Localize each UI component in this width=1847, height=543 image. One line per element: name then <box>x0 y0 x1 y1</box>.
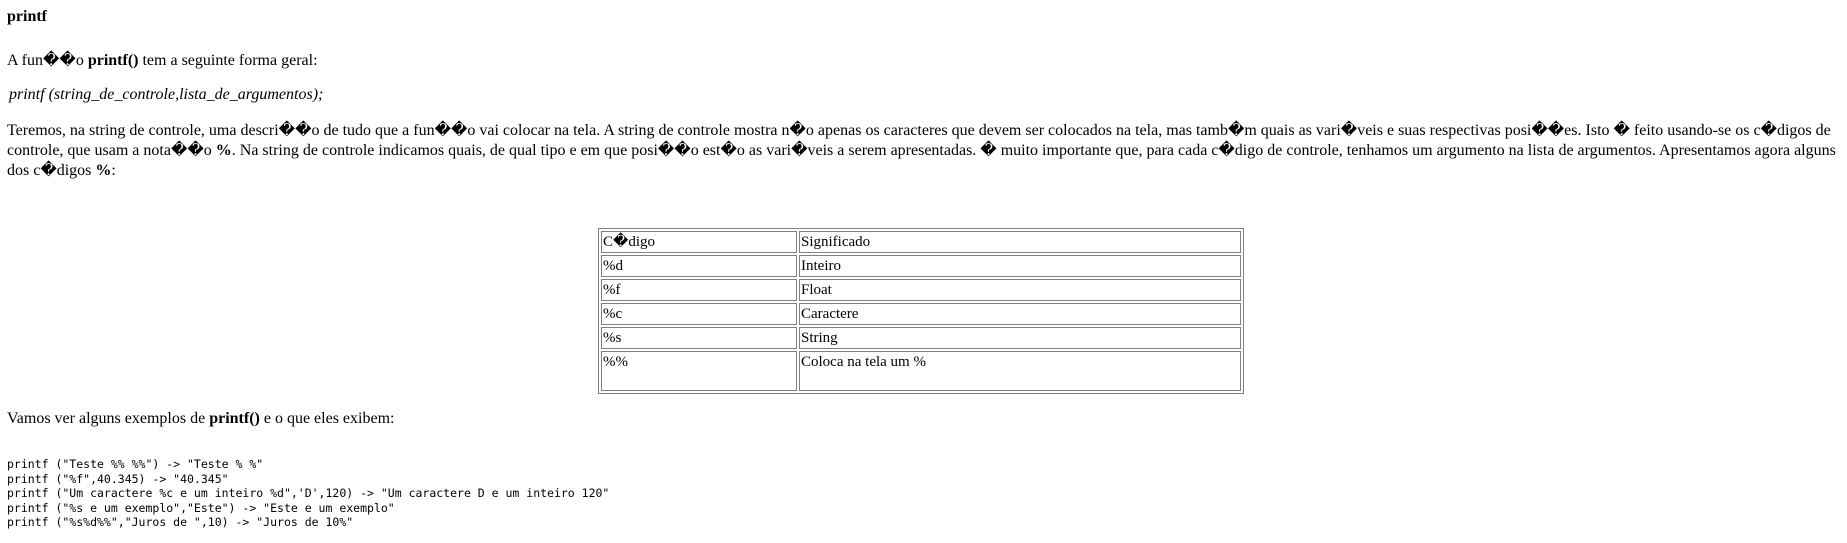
examples-text-before: Vamos ver alguns exemplos de <box>7 410 210 427</box>
examples-text-after: e o que eles exibem: <box>259 410 395 427</box>
table-cell-code: %% <box>601 351 797 391</box>
description-percent-2: % <box>95 162 112 179</box>
description-text-3: : <box>111 162 116 179</box>
format-codes-table: C�digo Significado %d Inteiro %f Float %… <box>598 228 1244 394</box>
code-line: printf ("Um caractere %c e um inteiro %d… <box>7 486 610 500</box>
table-row: %f Float <box>601 279 1241 301</box>
examples-function-name: printf() <box>209 410 260 427</box>
table-cell-code: %s <box>601 327 797 349</box>
intro-paragraph: A fun��o printf() tem a seguinte forma g… <box>7 51 1841 70</box>
table-row: %% Coloca na tela um % <box>601 351 1241 391</box>
table-cell-code: %f <box>601 279 797 301</box>
table-header-meaning: Significado <box>799 231 1241 253</box>
description-text-2: . Na string de controle indicamos quais,… <box>7 142 1836 179</box>
table-row: %c Caractere <box>601 303 1241 325</box>
table-cell-meaning: Coloca na tela um % <box>799 351 1241 391</box>
table-cell-meaning: Inteiro <box>799 255 1241 277</box>
description-percent-1: % <box>215 142 232 159</box>
intro-text-after: tem a seguinte forma geral: <box>138 52 318 69</box>
table-cell-meaning: Float <box>799 279 1241 301</box>
table-cell-code: %c <box>601 303 797 325</box>
table-row: %d Inteiro <box>601 255 1241 277</box>
table-row: %s String <box>601 327 1241 349</box>
document-page: printf A fun��o printf() tem a seguinte … <box>7 0 1841 530</box>
code-line: printf ("%s e um exemplo","Este") -> "Es… <box>7 500 395 515</box>
page-title: printf <box>7 8 47 25</box>
table-header-code: C�digo <box>601 231 797 253</box>
code-line: printf ("%s%d%%","Juros de ",10) -> "Jur… <box>7 515 354 529</box>
table-header-row: C�digo Significado <box>601 231 1241 253</box>
intro-text-before: A fun��o <box>7 52 88 69</box>
description-paragraph: Teremos, na string de controle, uma desc… <box>7 121 1841 181</box>
code-line: printf ("Teste %% %%") -> "Teste % %" <box>7 457 264 471</box>
table-cell-meaning: Caractere <box>799 303 1241 325</box>
table-cell-code: %d <box>601 255 797 277</box>
examples-intro-paragraph: Vamos ver alguns exemplos de printf() e … <box>7 409 1841 428</box>
syntax-line: printf (string_de_controle,lista_de_argu… <box>9 86 324 103</box>
code-line: printf ("%f",40.345) -> "40.345" <box>7 471 229 486</box>
intro-function-name: printf() <box>87 52 139 69</box>
code-examples-block: printf ("Teste %% %%") -> "Teste % %" pri… <box>7 457 1841 530</box>
table-cell-meaning: String <box>799 327 1241 349</box>
format-codes-table-wrapper: C�digo Significado %d Inteiro %f Float %… <box>7 228 1841 394</box>
